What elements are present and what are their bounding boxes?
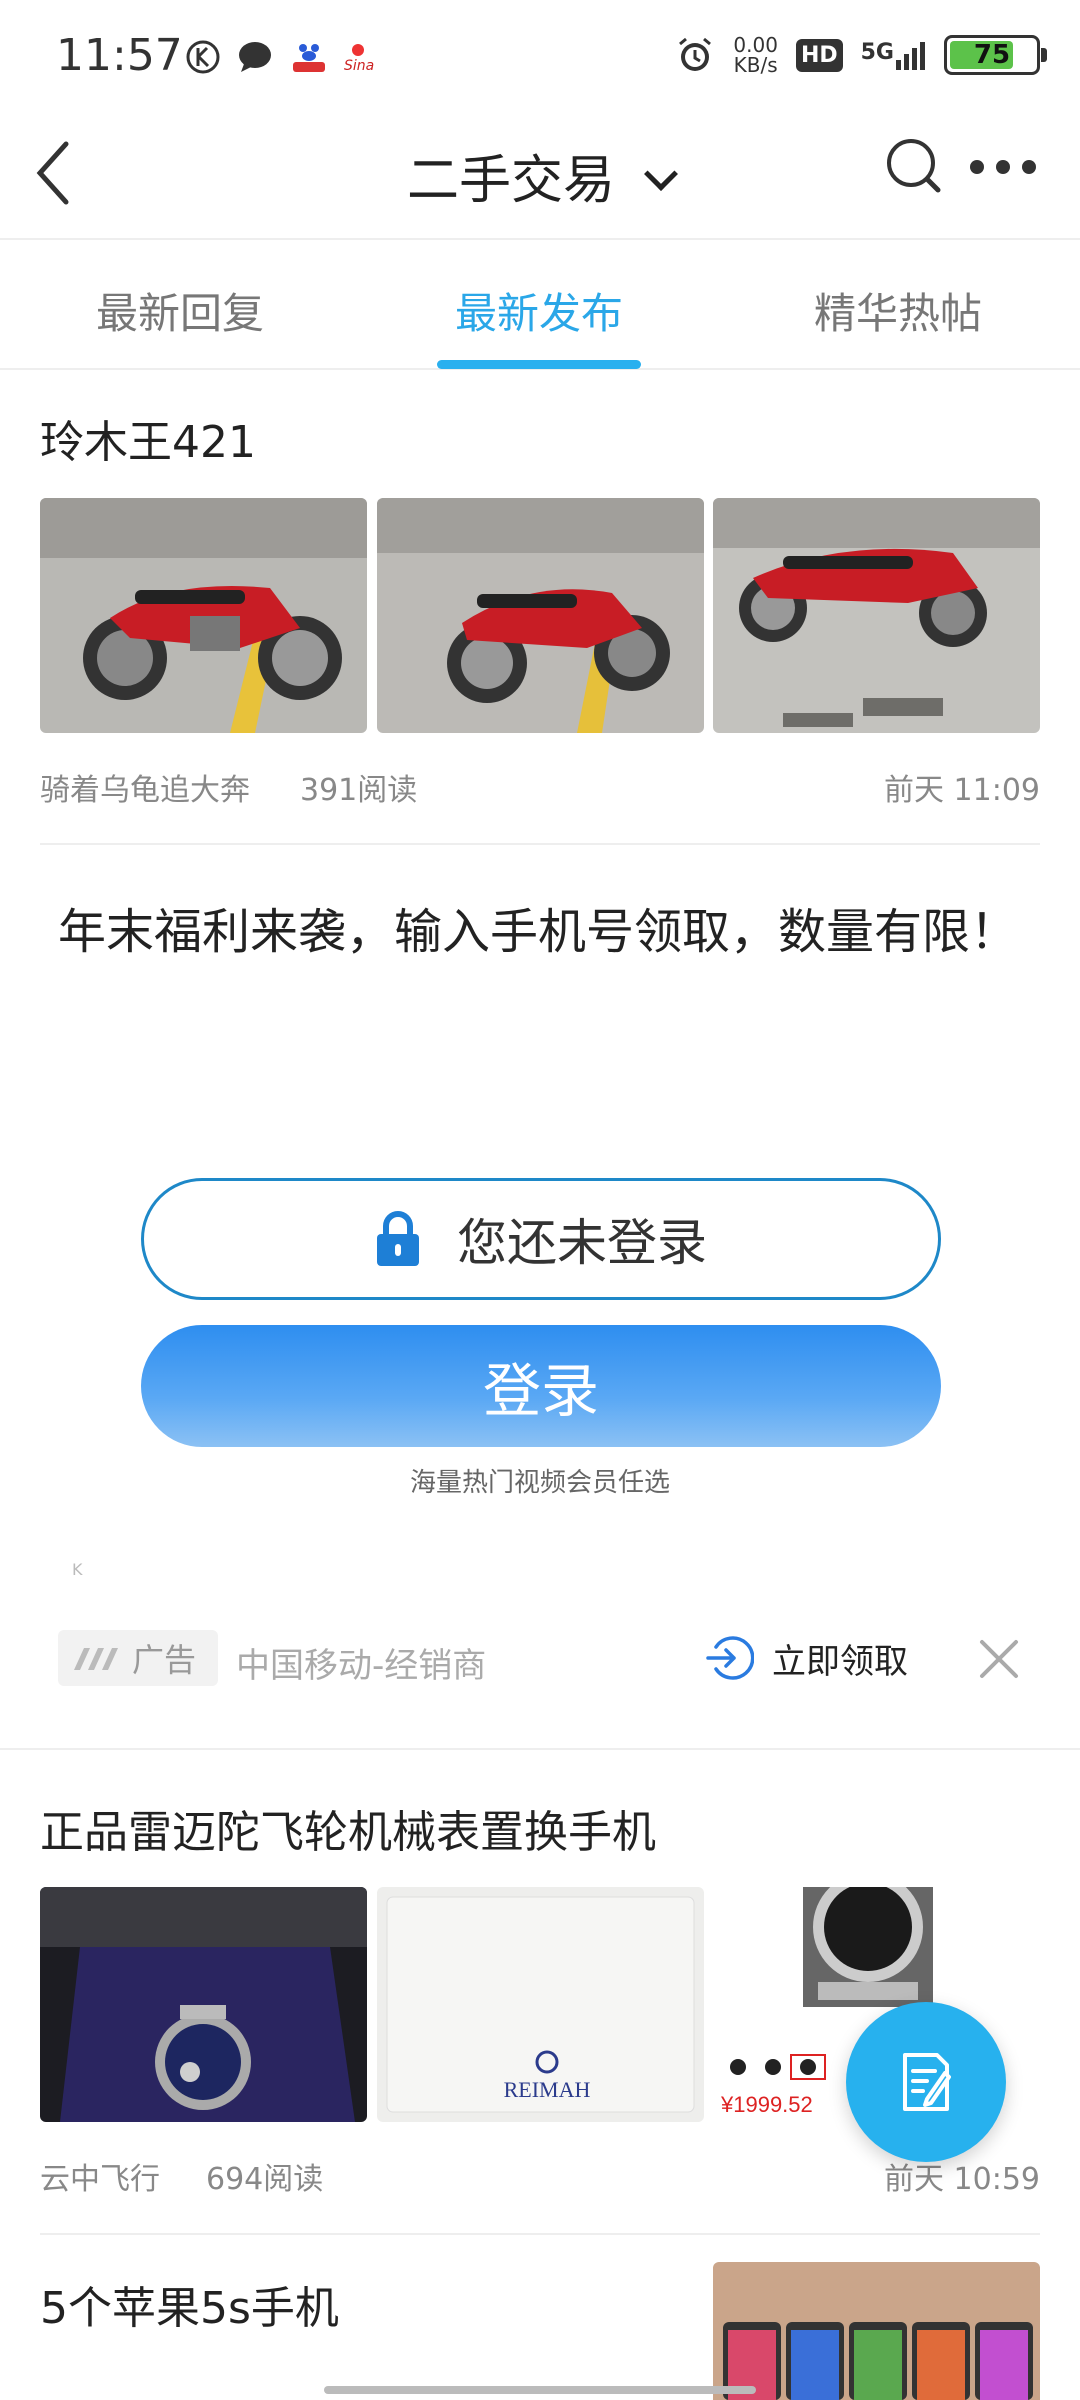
chevron-down-icon — [644, 157, 678, 191]
post-image-motorcycle-2[interactable] — [377, 498, 704, 733]
net-speed: 0.00 KB/s — [733, 35, 778, 75]
baidu-news-icon — [293, 44, 325, 72]
post-image-watch-box[interactable] — [40, 1887, 367, 2122]
tab-latest-reply[interactable]: 最新回复 — [40, 280, 320, 341]
tab-featured[interactable]: 精华热帖 — [758, 280, 1038, 341]
ad-logo-icon — [74, 1648, 118, 1670]
signal-bars-icon — [896, 42, 925, 70]
lock-icon — [377, 1211, 419, 1266]
post-title[interactable]: 玲木王421 — [40, 406, 256, 470]
net-speed-unit: KB/s — [733, 53, 778, 77]
svg-text:Sina: Sina — [344, 58, 374, 74]
active-tab-indicator — [437, 360, 641, 369]
status-bar: 11:57 Sina 0.00 KB/s HD 5G 75 — [0, 0, 1080, 110]
alarm-icon — [679, 37, 712, 71]
divider — [40, 2233, 1040, 2235]
close-icon[interactable] — [976, 1636, 1022, 1682]
post-author[interactable]: 云中飞行 — [40, 2154, 160, 2198]
ad-badge: 广告 — [58, 1630, 218, 1686]
battery-indicator: 75 — [944, 35, 1047, 75]
divider — [40, 843, 1040, 845]
net-speed-value: 0.00 — [733, 33, 778, 57]
ad-badge-label: 广告 — [132, 1641, 197, 1679]
tab-bar: 最新回复 最新发布 精华热帖 — [0, 240, 1080, 370]
ad-claim-button[interactable]: 立即领取 — [704, 1630, 908, 1686]
tab-latest-publish[interactable]: 最新发布 — [399, 280, 679, 341]
login-status-text: 您还未登录 — [457, 1214, 707, 1272]
post-author[interactable]: 骑着乌龟追大奔 — [40, 765, 250, 809]
login-button[interactable]: 登录 — [141, 1325, 941, 1447]
post-title[interactable]: 正品雷迈陀飞轮机械表置换手机 — [40, 1796, 656, 1860]
watch-brand-text: REIMAH — [504, 2077, 591, 2102]
ad-claim-label: 立即领取 — [772, 1641, 908, 1682]
post-image-iphones[interactable] — [713, 2262, 1040, 2400]
signal-indicator: 5G — [861, 40, 926, 70]
status-right-group: 0.00 KB/s HD 5G 75 — [675, 30, 1047, 80]
post-time: 前天 11:09 — [884, 773, 1040, 808]
signal-label: 5G — [860, 40, 894, 65]
battery-level: 75 — [973, 40, 1011, 70]
more-options-icon[interactable] — [970, 160, 1036, 174]
status-time: 11:57 — [56, 30, 183, 81]
forum-title: 二手交易 — [406, 151, 615, 211]
login-status-box[interactable]: 您还未登录 — [141, 1178, 941, 1300]
ad-headline[interactable]: 年末福利来袭，输入手机号领取，数量有限！ — [58, 900, 1018, 964]
enter-arrow-icon — [706, 1636, 754, 1680]
post-time: 前天 10:59 — [884, 2162, 1040, 2197]
section-divider — [0, 1748, 1080, 1750]
search-icon[interactable] — [884, 136, 942, 194]
home-indicator[interactable] — [324, 2386, 756, 2394]
sina-icon: Sina — [344, 44, 374, 74]
post-read-count: 391阅读 — [300, 773, 418, 808]
compose-post-button[interactable] — [846, 2002, 1006, 2162]
post-image-motorcycle-1[interactable] — [40, 498, 367, 733]
ad-source: 中国移动-经销商 — [236, 1646, 487, 1686]
top-nav-bar: 二手交易 — [0, 110, 1080, 240]
hd-badge: HD — [795, 38, 843, 72]
post-title[interactable]: 5个苹果5s手机 — [40, 2272, 339, 2336]
watch-price-text: ¥1999.52 — [720, 2092, 813, 2117]
k-app-icon — [186, 40, 220, 74]
post-read-count: 694阅读 — [206, 2162, 324, 2197]
message-icon — [239, 42, 271, 72]
ad-watermark: K — [72, 1560, 83, 1579]
post-image-motorcycle-3[interactable] — [713, 498, 1040, 733]
post-image-watch-case[interactable]: REIMAH — [377, 1887, 704, 2122]
ad-footer: 广告 中国移动-经销商 立即领取 — [58, 1630, 1028, 1686]
edit-note-icon — [903, 2053, 951, 2111]
ad-subtext: 海量热门视频会员任选 — [409, 1468, 670, 1498]
